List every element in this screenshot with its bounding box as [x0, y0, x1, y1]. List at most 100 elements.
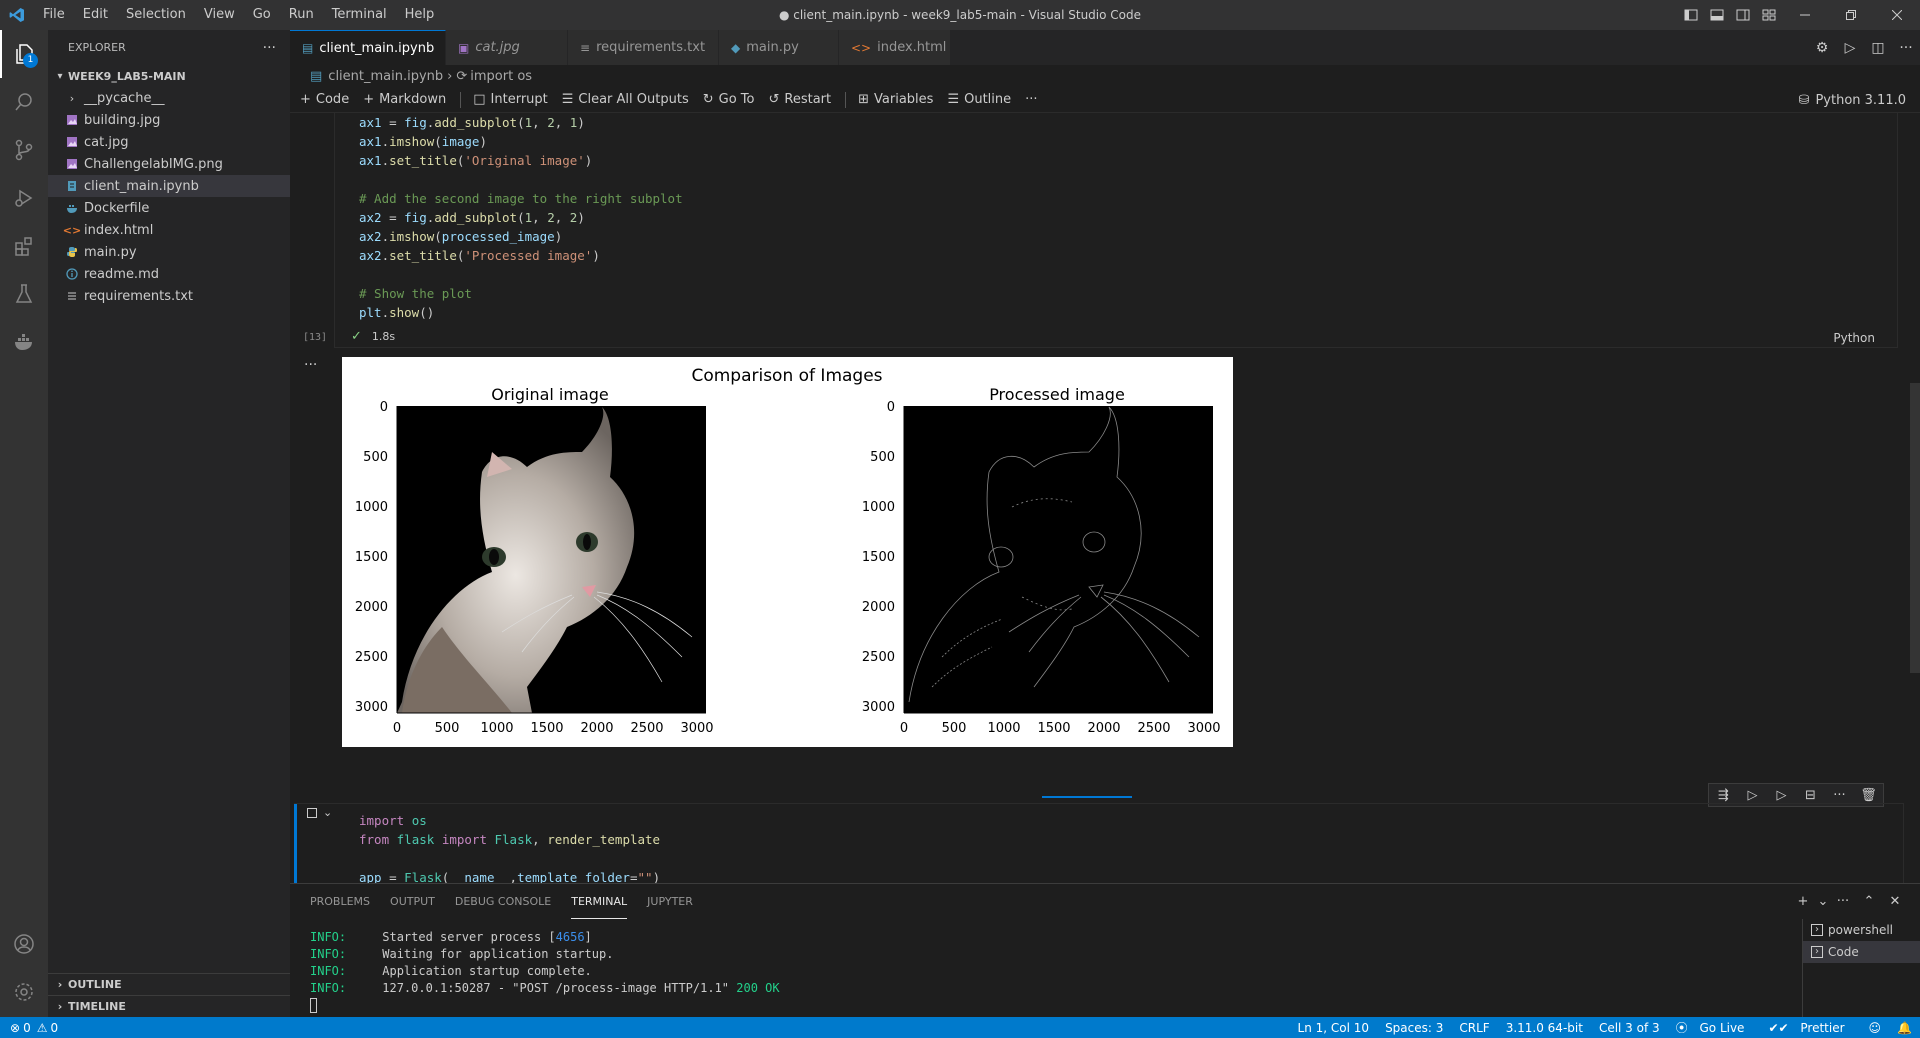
tree-item-readme-md[interactable]: readme.md — [48, 263, 290, 285]
accounts-icon[interactable] — [0, 920, 48, 968]
menu-run[interactable]: Run — [280, 0, 323, 30]
manage-gear-icon[interactable] — [0, 968, 48, 1016]
new-terminal-plus-icon[interactable]: + — [1790, 894, 1816, 909]
cell-source[interactable]: ax1 = fig.add_subplot(1, 2, 1) ax1.imshow… — [359, 113, 683, 322]
output-more-button[interactable]: ··· — [304, 357, 317, 373]
tab-cat-jpg[interactable]: ▣ cat.jpg — [446, 30, 568, 65]
tree-item-challengelabimg-png[interactable]: ChallengelabIMG.png — [48, 153, 290, 175]
breadcrumb-file[interactable]: client_main.ipynb — [328, 69, 443, 84]
explorer-icon[interactable]: 1 — [0, 30, 48, 78]
docker-icon[interactable] — [0, 318, 48, 366]
execution-duration: 1.8s — [371, 330, 396, 343]
outline-button[interactable]: ☰ Outline — [947, 92, 1011, 107]
outline-section[interactable]: › OUTLINE — [48, 973, 290, 995]
minimize-icon[interactable] — [1782, 0, 1828, 30]
restart-button[interactable]: ↺ Restart — [768, 92, 831, 107]
run-settings-gear-icon[interactable]: ⚙ — [1808, 40, 1836, 56]
timeline-section[interactable]: › TIMELINE — [48, 995, 290, 1017]
tree-item-index-html[interactable]: <> index.html — [48, 219, 290, 241]
menu-help[interactable]: Help — [396, 0, 444, 30]
tab-jupyter[interactable]: JUPYTER — [647, 884, 693, 919]
menu-edit[interactable]: Edit — [74, 0, 117, 30]
split-editor-icon[interactable]: ◫ — [1864, 40, 1892, 56]
variables-button[interactable]: ⊞ Variables — [858, 92, 933, 107]
workspace-root[interactable]: ▾ WEEK9_LAB5-MAIN — [48, 65, 290, 87]
run-icon[interactable]: ▷ — [1836, 40, 1864, 56]
tab-terminal[interactable]: TERMINAL — [571, 884, 628, 919]
tab-index-html[interactable]: <> index.html — [839, 30, 951, 65]
execute-above-icon[interactable]: ▷ — [1738, 788, 1767, 803]
tree-item-main-py[interactable]: main.py — [48, 241, 290, 263]
run-debug-icon[interactable] — [0, 174, 48, 222]
run-cell-square-icon[interactable] — [307, 807, 317, 818]
customize-layout-icon[interactable] — [1756, 0, 1782, 30]
cursor-position[interactable]: Ln 1, Col 10 — [1290, 1021, 1378, 1035]
menu-selection[interactable]: Selection — [117, 0, 195, 30]
chevron-down-icon[interactable]: ⌄ — [323, 806, 332, 819]
execute-below-icon[interactable]: ▷ — [1767, 788, 1796, 803]
restore-icon[interactable] — [1828, 0, 1874, 30]
menu-file[interactable]: File — [34, 0, 74, 30]
go-live-button[interactable]: ⦿ Go Live — [1668, 1019, 1761, 1036]
indentation[interactable]: Spaces: 3 — [1377, 1021, 1451, 1035]
tree-item-pycache[interactable]: › __pycache__ — [48, 87, 290, 109]
search-icon[interactable] — [0, 78, 48, 126]
extensions-icon[interactable] — [0, 222, 48, 270]
toggle-secondary-sidebar-icon[interactable] — [1730, 0, 1756, 30]
clear-all-outputs-button[interactable]: ☰ Clear All Outputs — [562, 92, 689, 107]
cell-more-icon[interactable]: ··· — [1825, 788, 1854, 803]
panel-more-icon[interactable]: ··· — [1830, 894, 1856, 909]
cell-insert-divider[interactable] — [1042, 796, 1132, 798]
menu-view[interactable]: View — [195, 0, 244, 30]
code-cell-active[interactable]: ⌄ import os from flask import Flask, rend… — [294, 803, 1904, 883]
image-file-icon — [64, 156, 80, 172]
tab-debug-console[interactable]: DEBUG CONSOLE — [455, 884, 551, 919]
menu-terminal[interactable]: Terminal — [323, 0, 396, 30]
code-cell-13[interactable]: ax1 = fig.add_subplot(1, 2, 1) ax1.imshow… — [303, 113, 1898, 348]
tab-problems[interactable]: PROBLEMS — [310, 884, 370, 919]
add-markdown-cell-button[interactable]: + Markdown — [363, 92, 446, 107]
toolbar-more-button[interactable]: ··· — [1025, 92, 1037, 107]
end-of-line[interactable]: CRLF — [1451, 1021, 1497, 1035]
source-control-icon[interactable] — [0, 126, 48, 174]
tab-requirements-txt[interactable]: ≡ requirements.txt — [568, 30, 719, 65]
tree-item-building-jpg[interactable]: building.jpg — [48, 109, 290, 131]
prettier-button[interactable]: ✔✔ Prettier — [1760, 1021, 1860, 1035]
tab-main-py[interactable]: ◆ main.py — [719, 30, 839, 65]
run-by-line-icon[interactable]: ⇶ — [1709, 788, 1738, 803]
tab-output[interactable]: OUTPUT — [390, 884, 435, 919]
terminal-output[interactable]: INFO: Started server process [4656] INFO:… — [310, 929, 780, 1014]
tree-item-client-main-ipynb[interactable]: client_main.ipynb — [48, 175, 290, 197]
add-code-cell-button[interactable]: + Code — [300, 92, 349, 107]
tree-item-requirements-txt[interactable]: requirements.txt — [48, 285, 290, 307]
toggle-primary-sidebar-icon[interactable] — [1678, 0, 1704, 30]
editor-scrollbar[interactable] — [1910, 383, 1920, 673]
breadcrumb-symbol[interactable]: import os — [470, 69, 532, 84]
menu-go[interactable]: Go — [244, 0, 280, 30]
tab-client-main-ipynb[interactable]: ▤ client_main.ipynb — [290, 30, 446, 65]
interrupt-button[interactable]: □ Interrupt — [473, 92, 548, 107]
go-to-button[interactable]: ↻ Go To — [703, 92, 755, 107]
cell-source[interactable]: import os from flask import Flask, render… — [359, 811, 660, 883]
tree-item-cat-jpg[interactable]: cat.jpg — [48, 131, 290, 153]
tree-item-dockerfile[interactable]: Dockerfile — [48, 197, 290, 219]
more-actions-icon[interactable]: ··· — [1892, 40, 1920, 56]
terminal-item-code[interactable]: › Code — [1803, 941, 1920, 963]
close-panel-icon[interactable]: ✕ — [1882, 894, 1908, 909]
terminal-dropdown-chevron-icon[interactable]: ⌄ — [1816, 894, 1830, 909]
maximize-panel-chevron-up-icon[interactable]: ⌃ — [1856, 894, 1882, 909]
close-window-icon[interactable] — [1874, 0, 1920, 30]
cell-position[interactable]: Cell 3 of 3 — [1591, 1021, 1668, 1035]
notifications-bell-icon[interactable]: 🔔 — [1889, 1021, 1920, 1035]
split-cell-icon[interactable]: ⊟ — [1796, 788, 1825, 803]
problems-status[interactable]: ⊗ 0 ⚠ 0 — [0, 1021, 58, 1035]
delete-cell-trash-icon[interactable]: 🗑 — [1854, 788, 1883, 803]
toggle-panel-icon[interactable] — [1704, 0, 1730, 30]
kernel-picker[interactable]: ⛁ Python 3.11.0 — [1799, 87, 1906, 113]
testing-icon[interactable] — [0, 270, 48, 318]
cell-language-picker[interactable]: Python — [1833, 331, 1875, 345]
python-interpreter[interactable]: 3.11.0 64-bit — [1498, 1021, 1591, 1035]
terminal-item-powershell[interactable]: › powershell — [1803, 919, 1920, 941]
feedback-icon[interactable]: ☺ — [1861, 1021, 1890, 1035]
explorer-more-icon[interactable]: ··· — [263, 40, 276, 56]
